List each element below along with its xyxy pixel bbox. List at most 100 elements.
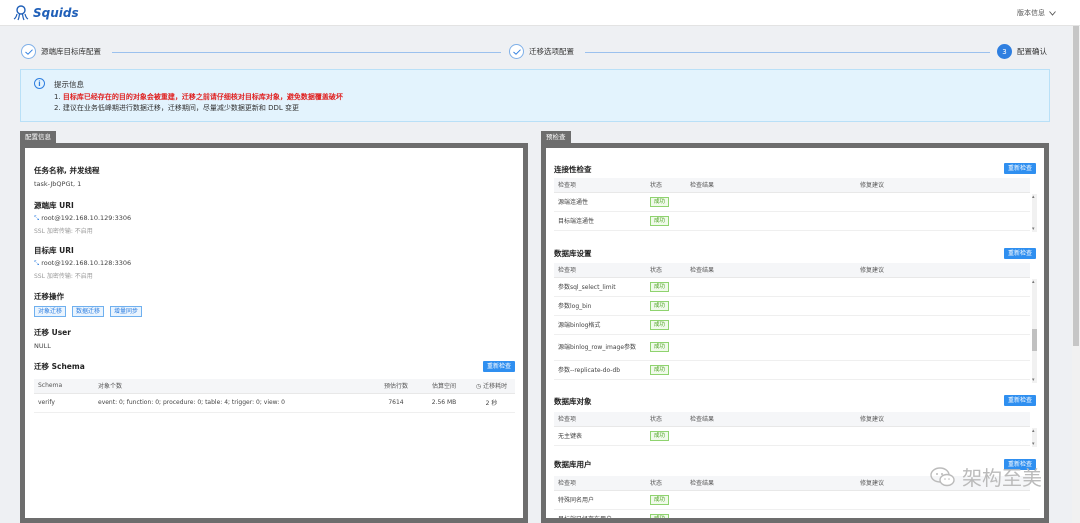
target-ssl: SSL 加密传输: 不启用 <box>34 273 93 280</box>
precheck-section-title: 数据库设置 <box>554 249 592 258</box>
check-item: 无主键表 <box>554 426 646 446</box>
notice-warning: 目标库已经存在的目的对象会被重建，迁移之前请仔细核对目标库对象，避免数据覆盖破坏 <box>62 93 343 101</box>
chevron-down-icon <box>1049 10 1056 16</box>
precheck-table: 检查项 状态 检查结果 修复建议 无主键表 成功 <box>554 412 1030 446</box>
status-badge: 成功 <box>650 342 670 352</box>
status-badge: 成功 <box>650 494 670 505</box>
scroll-down-icon[interactable]: ▾ <box>1032 441 1035 447</box>
status-badge: 成功 <box>650 215 670 226</box>
column-header: 检查项 <box>554 178 646 193</box>
source-uri-text: root@192.168.10.129:3306 <box>41 214 132 222</box>
status-badge: 成功 <box>650 300 670 311</box>
check-item: 源端连通性 <box>554 192 646 212</box>
app-logo[interactable]: Squids <box>13 5 79 21</box>
table-row: 源端binlog_row_image参数 成功 <box>554 334 1030 361</box>
column-header: 修复建议 <box>856 178 1030 193</box>
source-uri-value: ⤡ root@192.168.10.129:3306 <box>34 214 131 223</box>
check-item: 源端binlog格式 <box>554 315 646 335</box>
config-panel-tab: 配置信息 <box>20 131 56 143</box>
status-badge: 成功 <box>650 364 670 375</box>
link-icon: ⤡ <box>34 259 40 267</box>
notice-title: 提示信息 <box>54 80 84 89</box>
clock-icon: ◷ <box>475 383 482 391</box>
status-badge: 成功 <box>650 196 670 207</box>
target-uri-value: ⤡ root@192.168.10.128:3306 <box>34 259 131 268</box>
top-bar: Squids 版本信息 <box>0 0 1080 26</box>
column-header: 修复建议 <box>856 263 1030 278</box>
status-badge: 成功 <box>650 430 670 441</box>
table-header-row: 检查项 状态 检查结果 修复建议 <box>554 263 1030 278</box>
scroll-up-icon[interactable]: ▴ <box>1032 279 1035 285</box>
schema-objects: event: 0; function: 0; procedure: 0; tab… <box>94 393 372 413</box>
task-title: 任务名称, 并发线程 <box>34 166 100 175</box>
version-menu[interactable]: 版本信息 <box>1017 8 1056 18</box>
scroll-up-icon[interactable]: ▴ <box>1032 428 1035 434</box>
watermark-text: 架构至美 <box>962 466 1042 490</box>
ops-tags: 对象迁移 数据迁移 增量同步 <box>34 306 234 317</box>
page-scrollbar-thumb[interactable] <box>1073 26 1079 346</box>
column-header: 检查结果 <box>686 263 856 278</box>
precheck-table: 检查项 状态 检查结果 修复建议 参数sql_select_limit 成功 参数… <box>554 263 1030 380</box>
source-uri-title: 源端库 URI <box>34 201 74 210</box>
column-header: 对象个数 <box>94 379 372 394</box>
precheck-panel-tab: 预检查 <box>541 131 571 143</box>
scrollbar-thumb[interactable] <box>1032 329 1037 351</box>
step-3[interactable]: 3 配置确认 <box>997 44 1047 59</box>
scroll-down-icon[interactable]: ▾ <box>1032 226 1035 232</box>
column-header: 预估行数 <box>372 379 420 394</box>
check-item: 参数log_bin <box>554 296 646 316</box>
table-scrollbar[interactable]: ▴ ▾ <box>1032 279 1037 383</box>
wizard-steps: 源端库目标库配置 迁移选项配置 3 配置确认 <box>0 40 1080 64</box>
app-name: Squids <box>33 6 79 20</box>
task-value: task-JbQPGt, 1 <box>34 180 82 188</box>
table-row: 目标端连通性 成功 <box>554 211 1030 231</box>
schema-rows-estimate: 7614 <box>372 393 420 413</box>
precheck-section-title: 数据库对象 <box>554 397 592 406</box>
table-header-row: 检查项 状态 检查结果 修复建议 <box>554 178 1030 193</box>
page-scrollbar[interactable] <box>1072 26 1080 523</box>
table-header-row: Schema 对象个数 预估行数 估算空间 ◷ 迁移耗时 <box>34 379 515 394</box>
check-icon <box>21 44 36 59</box>
schema-space: 2.56 MB <box>420 393 468 413</box>
column-header: 检查项 <box>554 412 646 427</box>
table-scrollbar[interactable]: ▴ ▾ <box>1032 428 1037 447</box>
table-scrollbar[interactable]: ▴ ▾ <box>1032 194 1037 232</box>
user-title: 迁移 User <box>34 328 71 337</box>
user-value: NULL <box>34 342 51 350</box>
table-row: 无主键表 成功 <box>554 426 1030 446</box>
ops-tag: 对象迁移 <box>34 306 67 317</box>
step-1[interactable]: 源端库目标库配置 <box>21 44 101 59</box>
squid-logo-icon <box>13 5 29 21</box>
status-badge: 成功 <box>650 281 670 292</box>
notice-line-1-prefix: 1. <box>54 93 63 101</box>
check-item: 目标端连通性 <box>554 211 646 231</box>
scroll-down-icon[interactable]: ▾ <box>1032 377 1035 383</box>
precheck-section-title: 数据库用户 <box>554 460 592 469</box>
column-header: 检查项 <box>554 263 646 278</box>
ops-tag: 增量同步 <box>110 306 143 317</box>
notice-banner: i 提示信息 1. 目标库已经存在的目的对象会被重建，迁移之前请仔细核对目标库对… <box>20 69 1050 122</box>
check-item: 参数sql_select_limit <box>554 277 646 297</box>
step-3-label: 配置确认 <box>1017 47 1047 56</box>
notice-line-1: 1. 目标库已经存在的目的对象会被重建，迁移之前请仔细核对目标库对象，避免数据覆… <box>54 92 343 102</box>
target-uri-text: root@192.168.10.128:3306 <box>41 259 132 267</box>
column-header: 状态 <box>646 178 686 193</box>
scroll-up-icon[interactable]: ▴ <box>1032 194 1035 200</box>
schema-name: verify <box>34 393 94 413</box>
status-badge: 成功 <box>650 319 670 330</box>
schema-title: 迁移 Schema <box>34 362 85 371</box>
recheck-button[interactable]: 重新检查 <box>483 361 515 372</box>
recheck-button[interactable]: 重新检查 <box>1004 163 1036 174</box>
column-header: 估算空间 <box>420 379 468 394</box>
check-item: 参数--replicate-do-db <box>554 360 646 380</box>
recheck-button[interactable]: 重新检查 <box>1004 395 1036 406</box>
config-panel: 任务名称, 并发线程 task-JbQPGt, 1 源端库 URI ⤡ root@… <box>20 143 528 523</box>
info-icon: i <box>34 78 45 89</box>
column-header-duration: ◷ 迁移耗时 <box>468 379 515 394</box>
column-header: 检查结果 <box>686 178 856 193</box>
column-header-label: 迁移耗时 <box>483 383 508 391</box>
schema-duration: 2 秒 <box>468 393 515 413</box>
step-3-number: 3 <box>997 44 1012 59</box>
recheck-button[interactable]: 重新检查 <box>1004 248 1036 259</box>
step-2[interactable]: 迁移选项配置 <box>509 44 574 59</box>
